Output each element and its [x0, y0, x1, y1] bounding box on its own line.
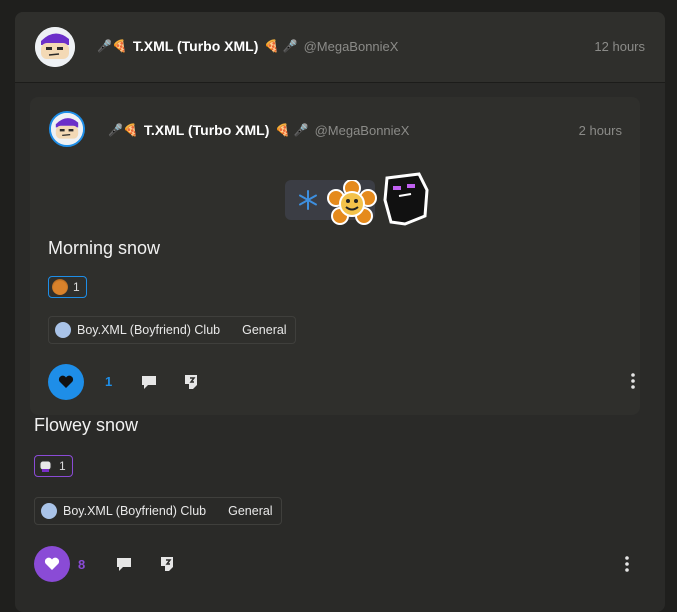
club-tag[interactable]: Boy.XML (Boyfriend) Club General	[48, 316, 296, 344]
post-timestamp[interactable]: 12 hours	[594, 39, 645, 54]
pumpkin-sticker-icon	[52, 279, 68, 295]
club-name: Boy.XML (Boyfriend) Club	[77, 323, 221, 337]
comment-icon[interactable]	[115, 555, 133, 573]
like-count[interactable]: 8	[78, 557, 85, 572]
name-prefix-emoji: 🎤🍕	[108, 123, 138, 137]
club-channel: General	[228, 504, 273, 518]
author-avatar[interactable]	[35, 27, 75, 67]
name-suffix-emoji: 🍕 🎤	[264, 39, 298, 53]
comment-icon[interactable]	[140, 373, 158, 391]
reaction-count: 1	[59, 459, 66, 473]
club-channel: General	[242, 323, 287, 337]
enderman-sticker-icon	[383, 172, 429, 226]
name-suffix-emoji: 🍕 🎤	[275, 123, 309, 137]
reaction-chip[interactable]: 1	[48, 276, 87, 298]
sticker-row	[285, 172, 435, 232]
heart-icon	[44, 557, 60, 570]
reaction-chip[interactable]: 1	[34, 455, 73, 477]
author-avatar[interactable]	[49, 111, 85, 147]
repost-icon[interactable]	[158, 555, 176, 573]
club-avatar-icon	[41, 503, 57, 519]
post-title[interactable]: Morning snow	[48, 238, 160, 259]
snowflake-icon	[299, 190, 317, 210]
like-button[interactable]	[34, 546, 70, 582]
club-avatar-icon	[55, 322, 71, 338]
avatar-face-icon	[35, 27, 75, 67]
outer-post-card: 🎤🍕 T.XML (Turbo XML) 🍕 🎤 @MegaBonnieX 12…	[15, 12, 665, 612]
glove-sticker-icon	[39, 460, 52, 472]
avatar-face-icon	[51, 113, 83, 145]
more-options-icon[interactable]	[631, 373, 635, 389]
more-options-icon[interactable]	[625, 556, 629, 572]
heart-icon	[58, 375, 74, 388]
post-timestamp[interactable]: 2 hours	[579, 123, 622, 138]
author-display-name[interactable]: T.XML (Turbo XML)	[144, 122, 269, 138]
author-handle[interactable]: @MegaBonnieX	[304, 39, 399, 54]
author-handle[interactable]: @MegaBonnieX	[315, 123, 410, 138]
author-display-name[interactable]: T.XML (Turbo XML)	[133, 38, 258, 54]
repost-icon[interactable]	[182, 373, 200, 391]
shared-post-card[interactable]: 🎤🍕 T.XML (Turbo XML) 🍕 🎤 @MegaBonnieX 2 …	[30, 97, 640, 415]
club-name: Boy.XML (Boyfriend) Club	[63, 504, 207, 518]
like-button[interactable]	[48, 364, 84, 400]
like-count[interactable]: 1	[105, 374, 112, 389]
club-tag[interactable]: Boy.XML (Boyfriend) Club General	[34, 497, 282, 525]
name-prefix-emoji: 🎤🍕	[97, 39, 127, 53]
outer-post-header: 🎤🍕 T.XML (Turbo XML) 🍕 🎤 @MegaBonnieX 12…	[15, 12, 665, 83]
post-title[interactable]: Flowey snow	[34, 415, 138, 436]
reaction-count: 1	[73, 280, 80, 294]
flowey-sticker-icon	[327, 180, 377, 225]
